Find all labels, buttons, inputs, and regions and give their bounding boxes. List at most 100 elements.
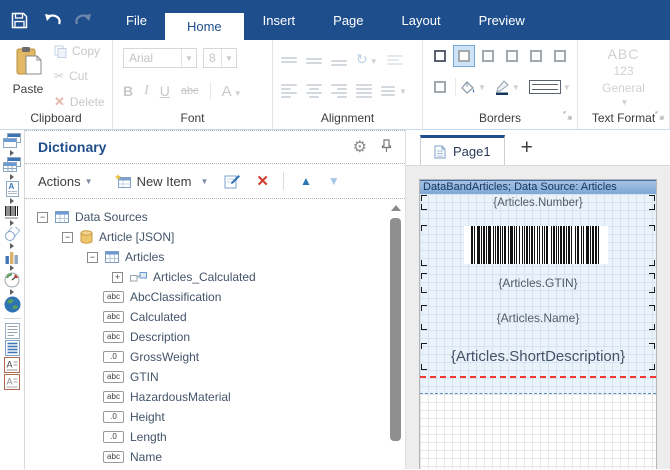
- add-page-button[interactable]: +: [521, 137, 533, 158]
- outer-border-icon[interactable]: [453, 45, 475, 67]
- text-component-icon[interactable]: A: [5, 181, 20, 204]
- line-spacing-button[interactable]: ▼: [381, 86, 407, 96]
- align-middle-icon[interactable]: [306, 55, 322, 64]
- tree-item[interactable]: +Articles_Calculated: [25, 267, 405, 287]
- font-color-button[interactable]: A▼: [222, 83, 242, 100]
- gear-icon[interactable]: ⚙: [353, 137, 367, 157]
- tree-item[interactable]: −Data Sources: [25, 207, 405, 227]
- expand-arrow-icon[interactable]: [10, 150, 14, 156]
- collapse-icon[interactable]: −: [87, 252, 98, 263]
- tree-item[interactable]: abcDescription: [25, 327, 405, 347]
- fill-color-button[interactable]: ▼: [460, 80, 486, 95]
- new-item-button[interactable]: New Item▼: [115, 174, 209, 189]
- text-rotation-button[interactable]: ↻▼: [356, 52, 378, 67]
- strikethrough-button[interactable]: abc: [181, 85, 199, 97]
- expand-arrow-icon[interactable]: [10, 289, 14, 295]
- bands-icon[interactable]: [3, 133, 21, 156]
- undo-icon[interactable]: [40, 0, 66, 40]
- menu-tab-layout[interactable]: Layout: [383, 0, 460, 40]
- tree-item[interactable]: .0Length: [25, 427, 405, 447]
- align-top-icon[interactable]: [281, 57, 297, 63]
- no-border-icon[interactable]: [429, 76, 451, 98]
- tree-item[interactable]: .0Height: [25, 407, 405, 427]
- paste-button[interactable]: Paste: [8, 46, 48, 96]
- top-border-icon[interactable]: [477, 45, 499, 67]
- underline-button[interactable]: U: [160, 83, 170, 99]
- expand-arrow-icon[interactable]: [10, 220, 14, 226]
- tree-item[interactable]: abcHazardousMaterial: [25, 387, 405, 407]
- right-border-icon[interactable]: [549, 45, 571, 67]
- text-component-number[interactable]: {Articles.Number}: [421, 195, 655, 210]
- font-family-select[interactable]: Arial▼: [123, 48, 197, 68]
- notes-icon[interactable]: [5, 340, 20, 356]
- delete-item-icon[interactable]: ✕: [256, 172, 269, 190]
- actions-menu-button[interactable]: Actions▼: [38, 174, 93, 189]
- align-center-icon[interactable]: [306, 84, 322, 98]
- collapse-icon[interactable]: −: [62, 232, 73, 243]
- copy-button[interactable]: Copy: [54, 44, 100, 58]
- expand-arrow-icon[interactable]: [10, 174, 14, 180]
- tree-item-label: HazardousMaterial: [130, 390, 231, 404]
- edit-button[interactable]: [224, 174, 240, 189]
- tree-item[interactable]: abcName: [25, 447, 405, 467]
- tree-item[interactable]: −Articles: [25, 247, 405, 267]
- move-up-icon[interactable]: ▲: [300, 174, 312, 188]
- scroll-up-icon[interactable]: [391, 205, 401, 211]
- component-toolbox: AAA: [0, 130, 25, 469]
- report-page[interactable]: DataBandArticles; Data Source: Articles …: [419, 179, 657, 469]
- barcode-icon[interactable]: [4, 205, 20, 226]
- font-size-select[interactable]: 8▼: [203, 48, 237, 68]
- expand-arrow-icon[interactable]: [10, 198, 14, 204]
- italic-button[interactable]: I: [144, 83, 149, 99]
- document-icon[interactable]: [5, 323, 20, 339]
- expand-icon[interactable]: +: [112, 272, 123, 283]
- scrollbar-thumb[interactable]: [390, 218, 401, 441]
- gauge-icon[interactable]: [4, 272, 20, 295]
- text-format-button[interactable]: ABC 123 General ▼: [578, 46, 669, 108]
- expand-arrow-icon[interactable]: [10, 243, 14, 249]
- align-right-icon[interactable]: [331, 84, 347, 98]
- tree-item[interactable]: −Article [JSON]: [25, 227, 405, 247]
- justify-icon[interactable]: [356, 84, 372, 98]
- cut-button[interactable]: ✂ Cut: [54, 69, 88, 83]
- dialog-launcher-icon[interactable]: [563, 109, 572, 123]
- tree-item[interactable]: .0GrossWeight: [25, 347, 405, 367]
- menu-tab-insert[interactable]: Insert: [244, 0, 315, 40]
- move-down-icon[interactable]: ▼: [328, 174, 340, 188]
- text-style-icon[interactable]: A: [4, 357, 20, 373]
- map-icon[interactable]: [4, 296, 21, 313]
- align-left-icon[interactable]: [281, 84, 297, 98]
- shapes-icon[interactable]: [4, 227, 20, 249]
- tree-item[interactable]: abcAbcClassification: [25, 287, 405, 307]
- redo-icon[interactable]: [70, 0, 96, 40]
- save-icon[interactable]: [6, 0, 32, 40]
- border-style-button[interactable]: ▼: [529, 80, 571, 94]
- all-borders-icon[interactable]: [429, 45, 451, 67]
- pin-icon[interactable]: [381, 139, 392, 156]
- align-bottom-icon[interactable]: [331, 54, 347, 66]
- chart-icon[interactable]: [5, 250, 19, 271]
- menu-tab-home[interactable]: Home: [165, 13, 244, 40]
- text-component-short-description[interactable]: {Articles.ShortDescription}: [421, 343, 655, 370]
- delete-button[interactable]: ✕ Delete: [54, 94, 105, 110]
- text-style-alt-icon[interactable]: A: [4, 374, 20, 390]
- text-component-gtin[interactable]: {Articles.GTIN}: [421, 273, 655, 293]
- menu-tab-preview[interactable]: Preview: [460, 0, 544, 40]
- bold-button[interactable]: B: [123, 83, 133, 99]
- border-color-button[interactable]: ▼: [494, 80, 520, 95]
- text-component-name[interactable]: {Articles.Name}: [421, 305, 655, 330]
- expand-arrow-icon[interactable]: [10, 265, 14, 271]
- tree-item[interactable]: abcGTIN: [25, 367, 405, 387]
- tree-item[interactable]: abcCalculated: [25, 307, 405, 327]
- collapse-icon[interactable]: −: [37, 212, 48, 223]
- tab-page1[interactable]: Page1: [420, 135, 505, 165]
- left-border-icon[interactable]: [525, 45, 547, 67]
- wrap-text-icon[interactable]: [387, 55, 403, 65]
- file-menu-button[interactable]: File: [110, 0, 163, 40]
- menu-tab-page[interactable]: Page: [314, 0, 382, 40]
- bottom-border-icon[interactable]: [501, 45, 523, 67]
- barcode-component[interactable]: [421, 225, 655, 266]
- data-band-header[interactable]: DataBandArticles; Data Source: Articles: [420, 180, 656, 194]
- cross-bands-icon[interactable]: [3, 157, 21, 180]
- dialog-launcher-icon[interactable]: [655, 109, 664, 123]
